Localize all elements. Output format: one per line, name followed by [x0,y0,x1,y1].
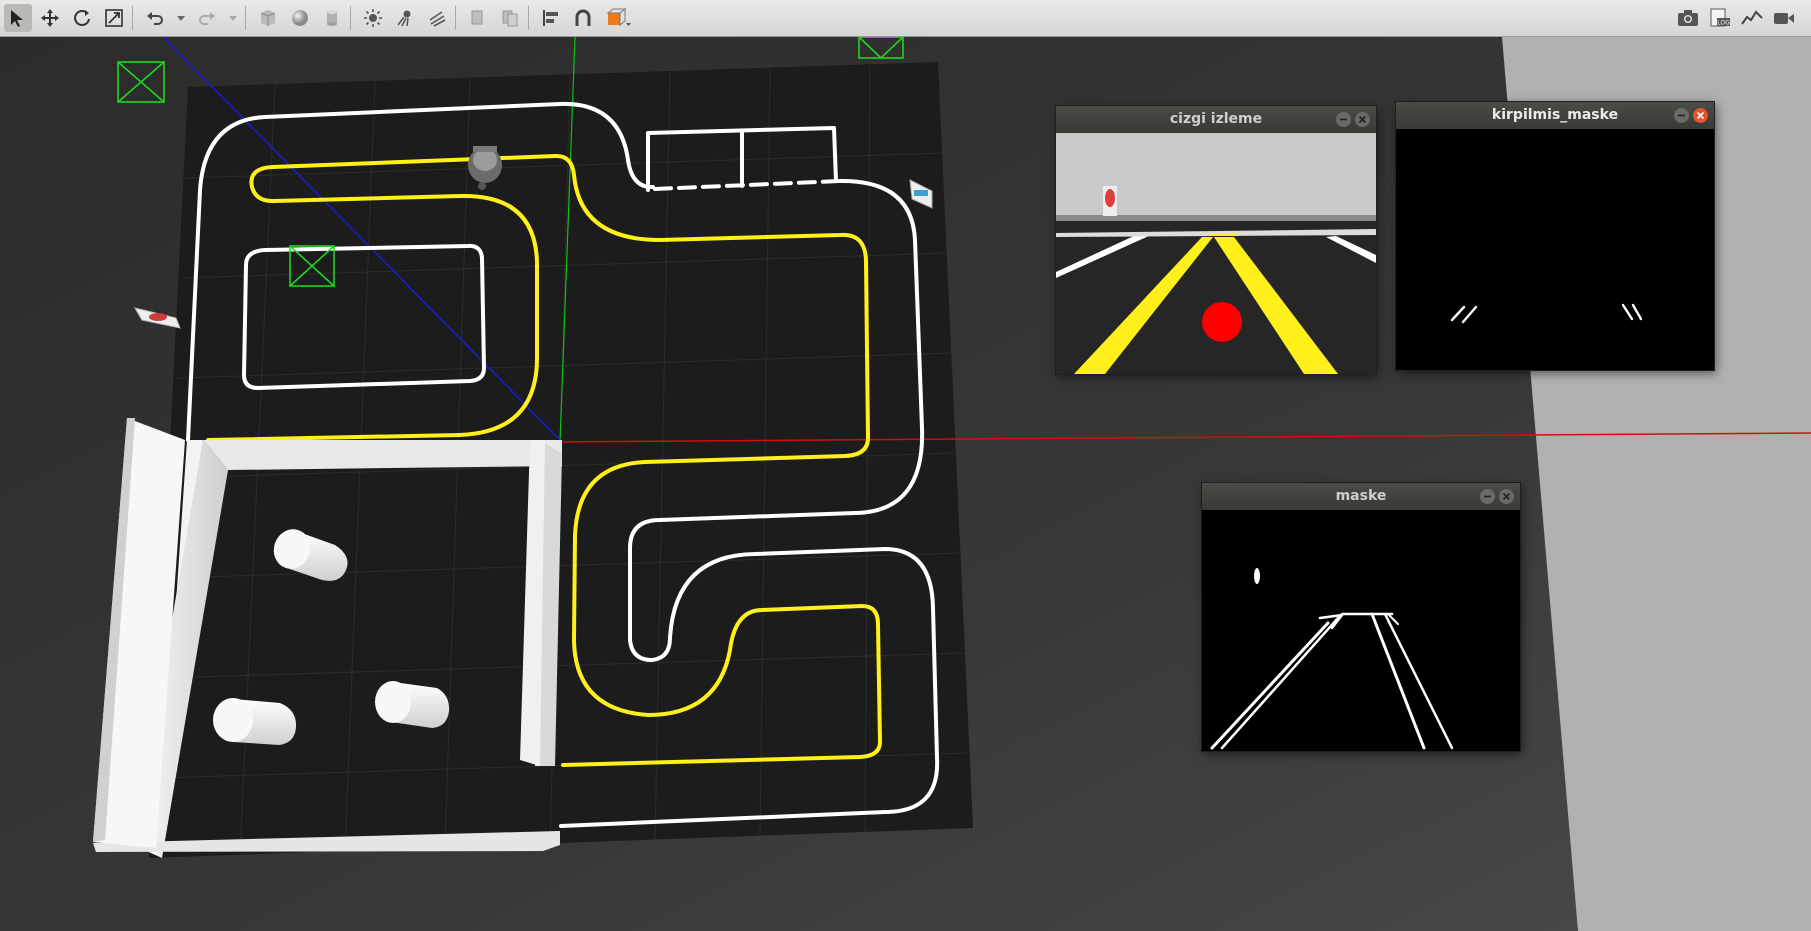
cropped-mask-view [1396,129,1714,370]
toolbar-separator [245,6,246,30]
align-icon[interactable] [537,4,565,32]
redo-dropdown-icon[interactable] [225,4,241,32]
toolbar-separator [455,6,456,30]
kirpilmis-maske-window[interactable]: kirpilmis_maske [1396,102,1714,370]
spot-light-icon[interactable] [391,4,419,32]
scale-mode-icon[interactable] [100,4,128,32]
window-title: kirpilmis_maske [1491,107,1619,123]
snap-icon[interactable] [569,4,597,32]
window-title: cizgi izleme [1169,111,1263,127]
point-light-icon[interactable] [359,4,387,32]
window-title-bar[interactable]: maske [1202,483,1520,510]
video-record-icon[interactable] [1770,4,1798,32]
window-title-bar[interactable]: kirpilmis_maske [1396,102,1714,129]
cylinder-obstacle [213,698,297,745]
mask-view [1202,510,1520,751]
cizgi-izleme-window[interactable]: cizgi izleme [1056,106,1376,374]
camera-view [1056,133,1376,374]
rotate-mode-icon[interactable] [68,4,96,32]
minimize-button[interactable] [1480,489,1495,504]
minimize-button[interactable] [1336,112,1351,127]
cylinder-shape-icon[interactable] [318,4,346,32]
svg-text:LOG: LOG [1717,20,1730,27]
directional-light-icon[interactable] [423,4,451,32]
box-shape-icon[interactable] [254,4,282,32]
toolbar-separator [528,6,529,30]
toolbar: LOG [0,0,1811,37]
undo-dropdown-icon[interactable] [173,4,189,32]
select-mode-icon[interactable] [4,4,32,32]
undo-icon[interactable] [141,4,169,32]
sphere-shape-icon[interactable] [286,4,314,32]
detected-lane-center-marker [1202,302,1242,342]
toolbar-separator [132,6,133,30]
log-icon[interactable]: LOG [1706,4,1734,32]
close-button[interactable] [1499,489,1514,504]
redo-icon[interactable] [193,4,221,32]
close-button[interactable] [1355,112,1370,127]
window-title: maske [1335,488,1387,504]
maske-window[interactable]: maske [1202,483,1520,751]
plot-icon[interactable] [1738,4,1766,32]
minimize-button[interactable] [1674,108,1689,123]
toolbar-separator [350,6,351,30]
view-angle-icon[interactable] [601,4,635,32]
window-title-bar[interactable]: cizgi izleme [1056,106,1376,133]
translate-mode-icon[interactable] [36,4,64,32]
paste-icon[interactable] [496,4,524,32]
close-button[interactable] [1693,108,1708,123]
screenshot-icon[interactable] [1674,4,1702,32]
copy-icon[interactable] [464,4,492,32]
